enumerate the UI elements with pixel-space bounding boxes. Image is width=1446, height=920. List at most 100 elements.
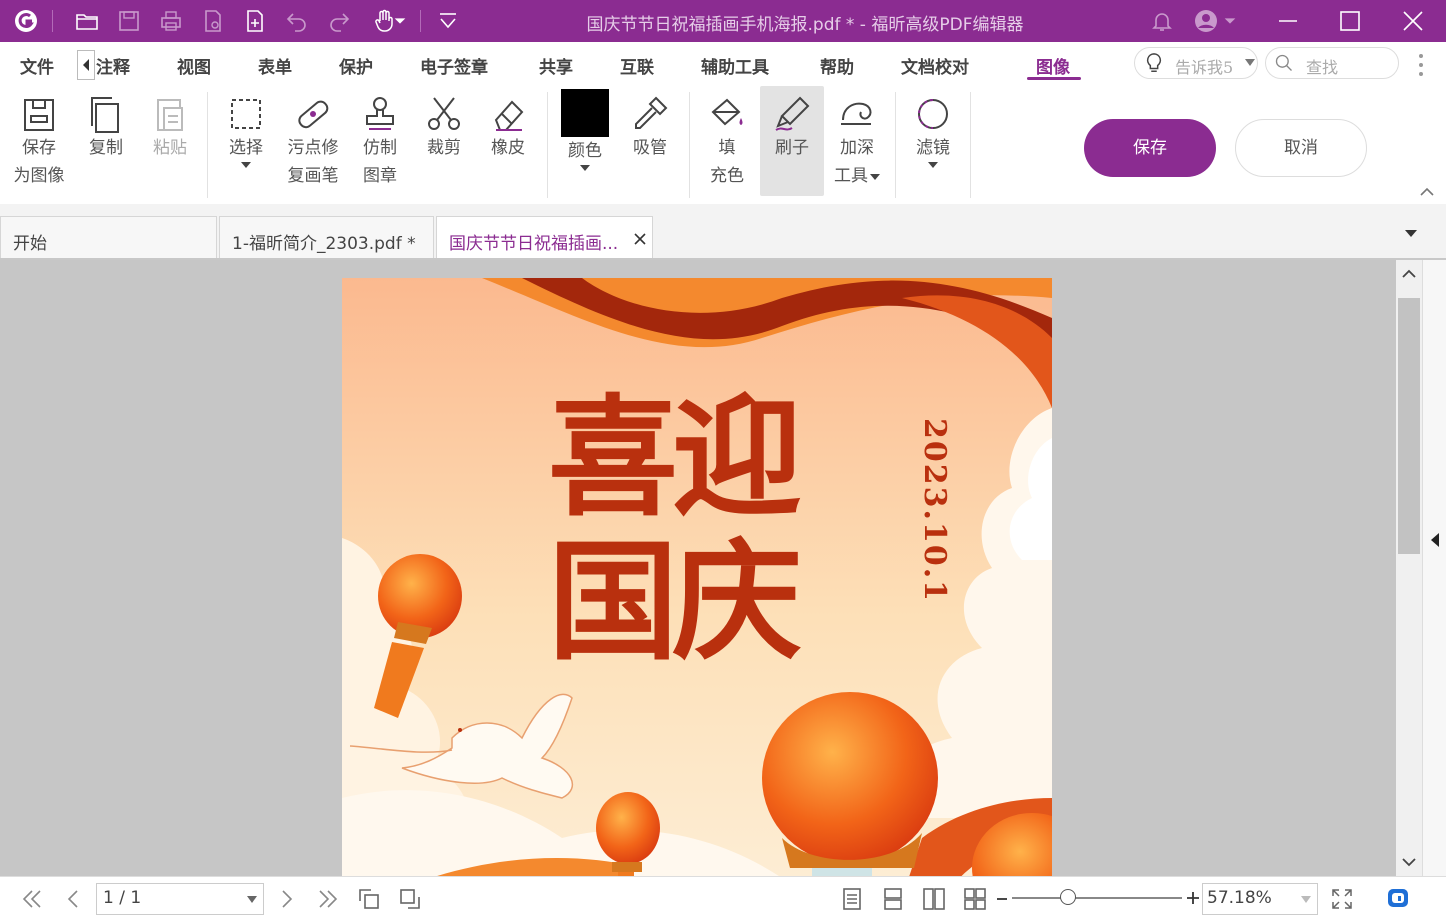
collapse-ribbon-icon[interactable] bbox=[1419, 182, 1435, 196]
select-dropdown-icon[interactable] bbox=[241, 162, 251, 168]
menu-form[interactable]: 表单 bbox=[258, 53, 292, 78]
crop-button[interactable]: 裁剪 bbox=[418, 86, 470, 162]
menu-view[interactable]: 视图 bbox=[177, 53, 211, 78]
maximize-button[interactable] bbox=[1320, 0, 1380, 42]
select-button[interactable]: 选择 bbox=[220, 86, 272, 168]
menu-file[interactable]: 文件 bbox=[20, 53, 54, 78]
more-options-icon[interactable] bbox=[1414, 52, 1428, 78]
expand-right-panel-icon[interactable] bbox=[1429, 532, 1441, 548]
scroll-up-icon[interactable] bbox=[1402, 268, 1416, 280]
menu-protect[interactable]: 保护 bbox=[339, 53, 373, 78]
menu-connect[interactable]: 互联 bbox=[620, 53, 654, 78]
next-page-icon[interactable] bbox=[272, 885, 300, 913]
zoom-in-icon[interactable] bbox=[1186, 891, 1200, 905]
tab-start-label: 开始 bbox=[13, 234, 47, 254]
scissors-icon bbox=[424, 94, 464, 134]
document-viewport[interactable]: 喜迎 国庆 2023.10.1 bbox=[0, 260, 1396, 876]
continuous-facing-view-icon[interactable] bbox=[961, 885, 989, 913]
menu-comment[interactable]: 注释 bbox=[96, 53, 130, 78]
brush-button[interactable]: 刷子 bbox=[760, 86, 824, 196]
copy-icon bbox=[86, 94, 126, 134]
menu-scroll-left-icon[interactable] bbox=[77, 50, 95, 80]
customize-toolbar-icon[interactable] bbox=[434, 7, 462, 35]
window-title: 国庆节节日祝福插画手机海报.pdf * - 福昕高级PDF编辑器 bbox=[586, 15, 1024, 35]
cancel-button[interactable]: 取消 bbox=[1235, 119, 1367, 177]
fill-color-button[interactable]: 填 充色 bbox=[698, 86, 756, 190]
continuous-view-icon[interactable] bbox=[879, 885, 907, 913]
clone-stamp-label-2: 图章 bbox=[363, 166, 397, 186]
menu-e-signature[interactable]: 电子签章 bbox=[420, 53, 488, 78]
tab-poster-label: 国庆节节日祝福插画... bbox=[449, 234, 619, 254]
search-input[interactable]: 查找 bbox=[1265, 47, 1399, 79]
app-logo-icon[interactable] bbox=[12, 7, 40, 35]
zoom-level-input[interactable]: 57.18% bbox=[1202, 883, 1318, 915]
fill-label-1: 填 bbox=[718, 138, 736, 158]
eyedropper-button[interactable]: 吸管 bbox=[624, 86, 676, 162]
save-as-image-label-2: 为图像 bbox=[13, 166, 65, 186]
zoom-out-icon[interactable] bbox=[996, 893, 1008, 905]
eraser-button[interactable]: 橡皮 bbox=[482, 86, 534, 162]
page-number-input[interactable]: 1 / 1 bbox=[96, 883, 264, 915]
fullscreen-icon[interactable] bbox=[1328, 885, 1356, 913]
burn-label-2: 工具 bbox=[834, 166, 868, 186]
close-window-button[interactable] bbox=[1383, 0, 1443, 42]
user-avatar-icon[interactable] bbox=[1192, 7, 1220, 35]
scrollbar-thumb[interactable] bbox=[1398, 298, 1420, 554]
current-color-swatch bbox=[561, 89, 609, 137]
fill-label-2: 充色 bbox=[710, 166, 744, 186]
vertical-scrollbar[interactable] bbox=[1396, 260, 1422, 876]
menu-help[interactable]: 帮助 bbox=[820, 53, 854, 78]
tab-list-dropdown-icon[interactable] bbox=[1404, 228, 1418, 238]
first-page-icon[interactable] bbox=[18, 885, 46, 913]
notification-bell-icon[interactable] bbox=[1148, 7, 1176, 35]
burn-tool-button[interactable]: 加深 工具 bbox=[828, 86, 886, 190]
tab-poster[interactable]: 国庆节节日祝福插画... bbox=[436, 216, 653, 258]
color-button[interactable]: 颜色 bbox=[558, 86, 612, 171]
tab-foxit-intro[interactable]: 1-福昕简介_2303.pdf * bbox=[219, 216, 434, 258]
new-page-icon[interactable] bbox=[241, 7, 269, 35]
clone-stamp-button[interactable]: 仿制 图章 bbox=[354, 86, 406, 190]
zoom-dropdown-icon[interactable] bbox=[1301, 896, 1311, 904]
single-page-view-icon[interactable] bbox=[838, 885, 866, 913]
poster-page[interactable]: 喜迎 国庆 2023.10.1 bbox=[342, 278, 1052, 876]
redo-icon[interactable] bbox=[325, 7, 353, 35]
print-icon[interactable] bbox=[157, 7, 185, 35]
previous-page-icon[interactable] bbox=[60, 885, 88, 913]
tell-me-dropdown-icon[interactable] bbox=[1245, 59, 1255, 67]
open-folder-icon[interactable] bbox=[73, 7, 101, 35]
close-tab-icon[interactable] bbox=[633, 232, 647, 246]
minimize-button[interactable] bbox=[1258, 0, 1318, 42]
zoom-slider-knob[interactable] bbox=[1060, 889, 1077, 905]
save-icon[interactable] bbox=[115, 7, 143, 35]
undo-icon[interactable] bbox=[283, 7, 311, 35]
user-dropdown-icon[interactable] bbox=[1222, 7, 1238, 35]
assistant-icon[interactable] bbox=[1384, 885, 1412, 913]
copy-button[interactable]: 复制 bbox=[80, 86, 132, 162]
menu-proofread[interactable]: 文档校对 bbox=[901, 53, 969, 78]
tab-start[interactable]: 开始 bbox=[0, 216, 217, 258]
color-dropdown-icon[interactable] bbox=[580, 165, 590, 171]
previous-view-icon[interactable] bbox=[355, 885, 383, 913]
tell-me-input[interactable]: 告诉我5 bbox=[1134, 47, 1258, 79]
menu-accessibility[interactable]: 辅助工具 bbox=[701, 53, 769, 78]
filter-dropdown-icon[interactable] bbox=[928, 162, 938, 168]
paste-button[interactable]: 粘贴 bbox=[144, 86, 196, 162]
menu-share[interactable]: 共享 bbox=[539, 53, 573, 78]
last-page-icon[interactable] bbox=[314, 885, 342, 913]
tab-foxit-intro-label: 1-福昕简介_2303.pdf * bbox=[232, 234, 416, 254]
facing-view-icon[interactable] bbox=[920, 885, 948, 913]
save-button[interactable]: 保存 bbox=[1084, 119, 1216, 177]
next-view-icon[interactable] bbox=[396, 885, 424, 913]
page-dropdown-icon[interactable] bbox=[247, 896, 257, 904]
spot-healing-brush-button[interactable]: 污点修 复画笔 bbox=[282, 86, 344, 190]
page-settings-icon[interactable] bbox=[199, 7, 227, 35]
filter-button[interactable]: 滤镜 bbox=[906, 86, 960, 168]
menu-image[interactable]: 图像 bbox=[1036, 53, 1070, 78]
scroll-down-icon[interactable] bbox=[1402, 856, 1416, 868]
zoom-slider[interactable] bbox=[1012, 897, 1182, 899]
document-tab-bar: 开始 1-福昕简介_2303.pdf * 国庆节节日祝福插画... bbox=[0, 204, 1446, 260]
save-as-image-button[interactable]: 保存 为图像 bbox=[8, 86, 70, 190]
burn-dropdown-icon[interactable] bbox=[870, 173, 880, 180]
hand-tool-dropdown-icon[interactable] bbox=[392, 7, 408, 35]
zoom-level: 57.18% bbox=[1207, 888, 1272, 908]
